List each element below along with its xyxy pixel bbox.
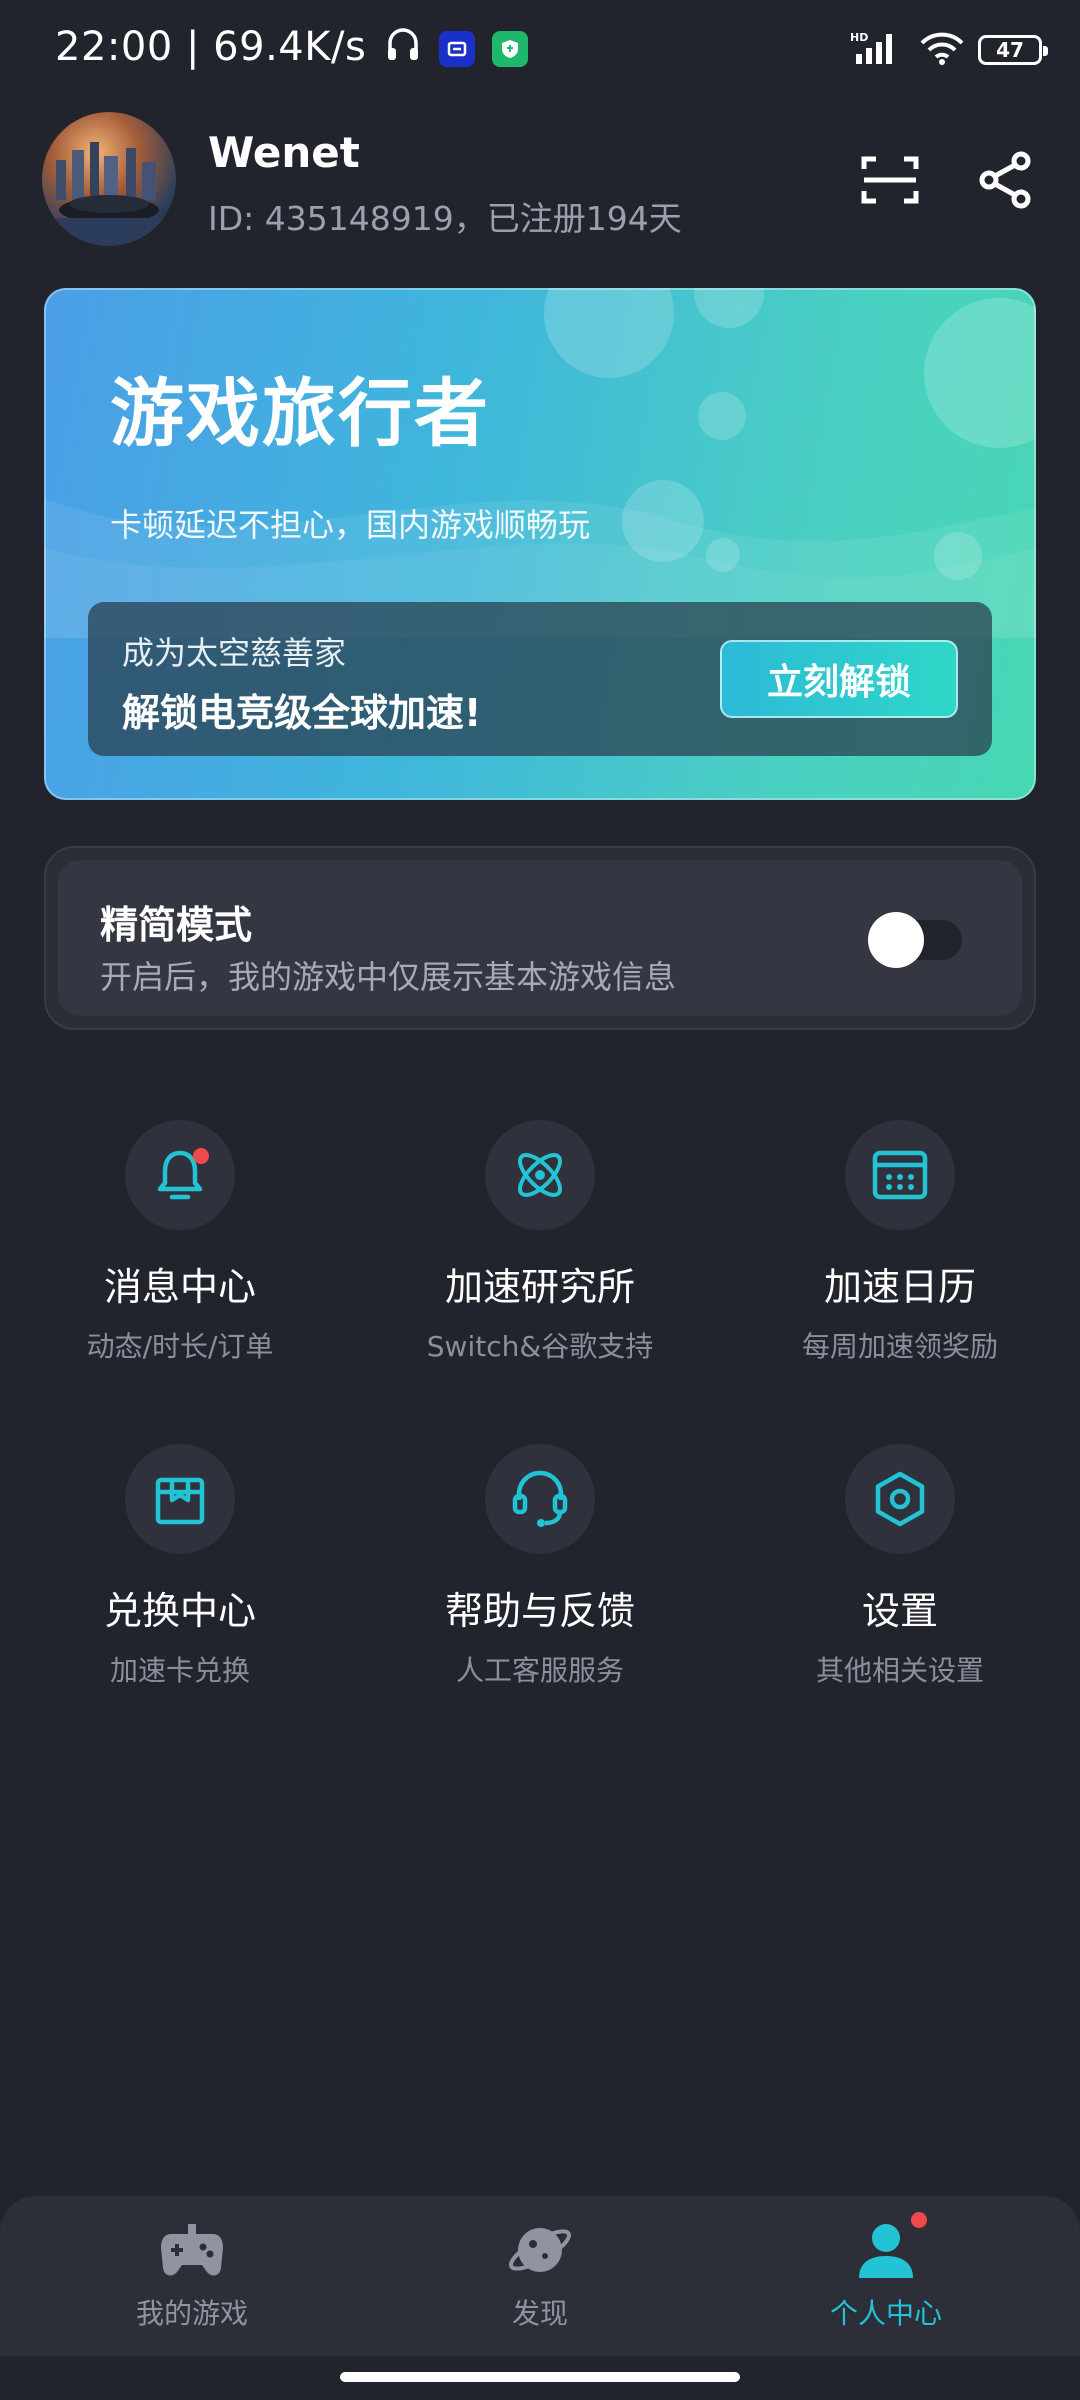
simple-mode-description: 开启后，我的游戏中仅展示基本游戏信息 [100, 958, 677, 996]
home-indicator[interactable] [340, 2372, 740, 2382]
nav-label: 发现 [511, 2297, 568, 2330]
battery-indicator: 47 [978, 35, 1048, 65]
grid-subtitle: 其他相关设置 [815, 1654, 984, 1687]
gamepad-icon [82, 2218, 302, 2286]
grid-item-acceleration-lab[interactable]: 加速研究所 Switch&谷歌支持 [360, 1120, 720, 1365]
avatar[interactable] [42, 112, 176, 246]
person-icon [851, 2212, 927, 2286]
screen: 22:00 | 69.4K/s HD 47 Wenet ID: 43514891… [0, 0, 1080, 2400]
simple-mode-toggle[interactable] [868, 912, 962, 968]
headphone-icon [386, 26, 420, 72]
calendar-icon [845, 1120, 955, 1230]
share-icon[interactable] [974, 148, 1038, 212]
nav-label: 我的游戏 [135, 2297, 248, 2330]
grid-subtitle: Switch&谷歌支持 [426, 1330, 654, 1363]
unlock-button[interactable]: 立刻解锁 [720, 640, 958, 718]
status-icons: HD 47 [850, 30, 1048, 70]
notification-dot [911, 2212, 927, 2228]
grid-title: 加速研究所 [444, 1265, 635, 1309]
vip-title: 游戏旅行者 [110, 371, 490, 457]
wifi-icon [920, 31, 964, 69]
scan-icon[interactable] [858, 148, 922, 212]
promo-line-1: 成为太空慈善家 [122, 634, 347, 672]
signal-icon: HD [850, 30, 906, 70]
svg-text:HD: HD [850, 31, 868, 44]
atom-icon [485, 1120, 595, 1230]
vip-subtitle: 卡顿延迟不担心，国内游戏顺畅玩 [110, 506, 591, 544]
simple-mode-card: 精简模式 开启后，我的游戏中仅展示基本游戏信息 [44, 846, 1036, 1030]
grid-item-redeem-center[interactable]: 兑换中心 加速卡兑换 [0, 1444, 360, 1689]
grid-title: 帮助与反馈 [444, 1589, 635, 1633]
nav-discover[interactable]: 发现 [430, 2218, 650, 2332]
grid-subtitle: 加速卡兑换 [109, 1654, 250, 1687]
grid-subtitle: 人工客服服务 [455, 1654, 624, 1687]
bottom-navigation: 我的游戏 发现 个人中心 [0, 2196, 1080, 2356]
grid-title: 消息中心 [103, 1265, 256, 1309]
vip-membership-card[interactable]: 游戏旅行者 卡顿延迟不担心，国内游戏顺畅玩 成为太空慈善家 解锁电竞级全球加速!… [44, 288, 1036, 800]
simple-mode-title: 精简模式 [100, 903, 253, 947]
grid-title: 设置 [861, 1589, 938, 1633]
shield-app-icon [491, 31, 528, 67]
settings-icon [845, 1444, 955, 1554]
nav-my-games[interactable]: 我的游戏 [82, 2218, 302, 2332]
exchange-box-icon [125, 1444, 235, 1554]
username: Wenet [208, 128, 360, 177]
grid-item-settings[interactable]: 设置 其他相关设置 [720, 1444, 1080, 1689]
grid-item-message-center[interactable]: 消息中心 动态/时长/订单 [0, 1120, 360, 1365]
grid-title: 加速日历 [823, 1265, 976, 1309]
grid-title: 兑换中心 [103, 1589, 256, 1633]
status-time: 22:00 | 69.4K/s [55, 24, 528, 72]
grid-subtitle: 动态/时长/订单 [86, 1330, 274, 1363]
planet-icon [430, 2218, 650, 2286]
grid-subtitle: 每周加速领奖励 [801, 1330, 998, 1363]
nav-label: 个人中心 [829, 2297, 942, 2330]
vip-promo-panel: 成为太空慈善家 解锁电竞级全球加速! 立刻解锁 [88, 602, 992, 756]
grid-item-acceleration-calendar[interactable]: 加速日历 每周加速领奖励 [720, 1120, 1080, 1365]
headset-icon [485, 1444, 595, 1554]
user-id: ID: 435148919，已注册194天 [208, 199, 682, 238]
nav-profile[interactable]: 个人中心 [776, 2212, 996, 2332]
grid-item-help-feedback[interactable]: 帮助与反馈 人工客服服务 [360, 1444, 720, 1689]
bell-icon [125, 1120, 235, 1230]
app-notification-icon [438, 31, 475, 67]
notification-dot [193, 1148, 209, 1164]
simple-mode-panel: 精简模式 开启后，我的游戏中仅展示基本游戏信息 [58, 860, 1022, 1016]
promo-line-2: 解锁电竞级全球加速! [122, 691, 482, 735]
toggle-knob [868, 912, 924, 968]
